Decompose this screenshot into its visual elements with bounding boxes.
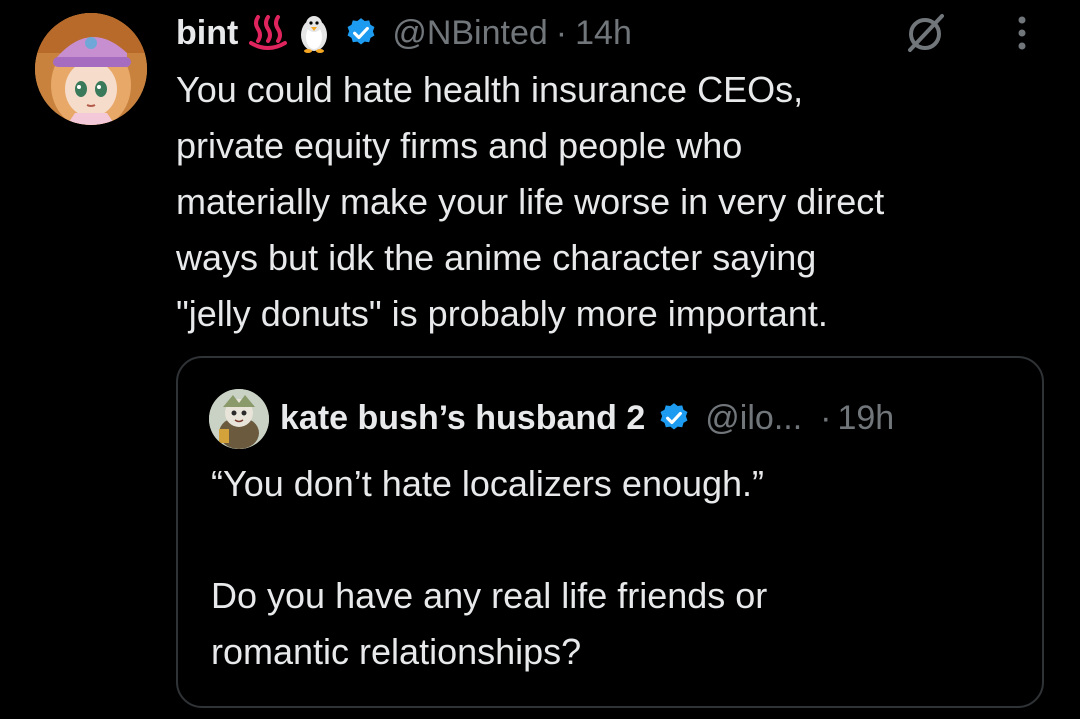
anime-girl-avatar-image — [35, 13, 147, 125]
verified-badge-icon — [657, 401, 691, 435]
tweet-body: You could hate health insurance CEOs, pr… — [176, 62, 1056, 342]
penguin-emoji-icon — [294, 13, 334, 53]
quoted-author-handle[interactable]: @ilo... — [705, 399, 802, 438]
tweet-header: bint @NBinted · 14h — [176, 8, 632, 58]
tweet-text-line: You could hate health insurance CEOs, — [176, 69, 804, 110]
separator-dot: · — [555, 13, 568, 52]
quoted-text-line — [211, 512, 1031, 568]
quoted-author-display-name[interactable]: kate bush’s husband 2 — [280, 399, 645, 438]
tweet-text-line: private equity firms and people who — [176, 125, 743, 166]
tweet-text-line: materially make your life worse in very … — [176, 181, 885, 222]
separator-dot: · — [820, 398, 832, 437]
hot-springs-emoji-icon — [248, 13, 288, 53]
author-display-name[interactable]: bint — [176, 14, 238, 53]
verified-badge-icon — [344, 16, 378, 50]
tweet-text-line: ways but idk the anime character saying — [176, 237, 817, 278]
quoted-tweet-body: “You don’t hate localizers enough.” Do y… — [211, 456, 1031, 680]
quoted-tweet-card[interactable]: kate bush’s husband 2 @ilo... · 19h “You… — [176, 356, 1044, 708]
quoted-author-avatar[interactable] — [209, 389, 269, 449]
quoted-tweet-header: kate bush’s husband 2 @ilo... · 19h — [280, 388, 894, 448]
character-avatar-image — [209, 389, 269, 449]
tweet-timestamp[interactable]: 14h — [575, 14, 632, 53]
quoted-text-line: “You don’t hate localizers enough.” — [211, 463, 765, 504]
quoted-tweet-timestamp[interactable]: 19h — [837, 399, 894, 438]
more-options-icon[interactable] — [1005, 10, 1039, 56]
quoted-text-line: romantic relationships? — [211, 631, 582, 672]
grok-icon[interactable] — [902, 10, 948, 56]
quoted-text-line: Do you have any real life friends or — [211, 575, 768, 616]
author-handle[interactable]: @NBinted — [392, 14, 547, 53]
tweet-text-line: "jelly donuts" is probably more importan… — [176, 293, 828, 334]
author-avatar[interactable] — [35, 13, 147, 125]
